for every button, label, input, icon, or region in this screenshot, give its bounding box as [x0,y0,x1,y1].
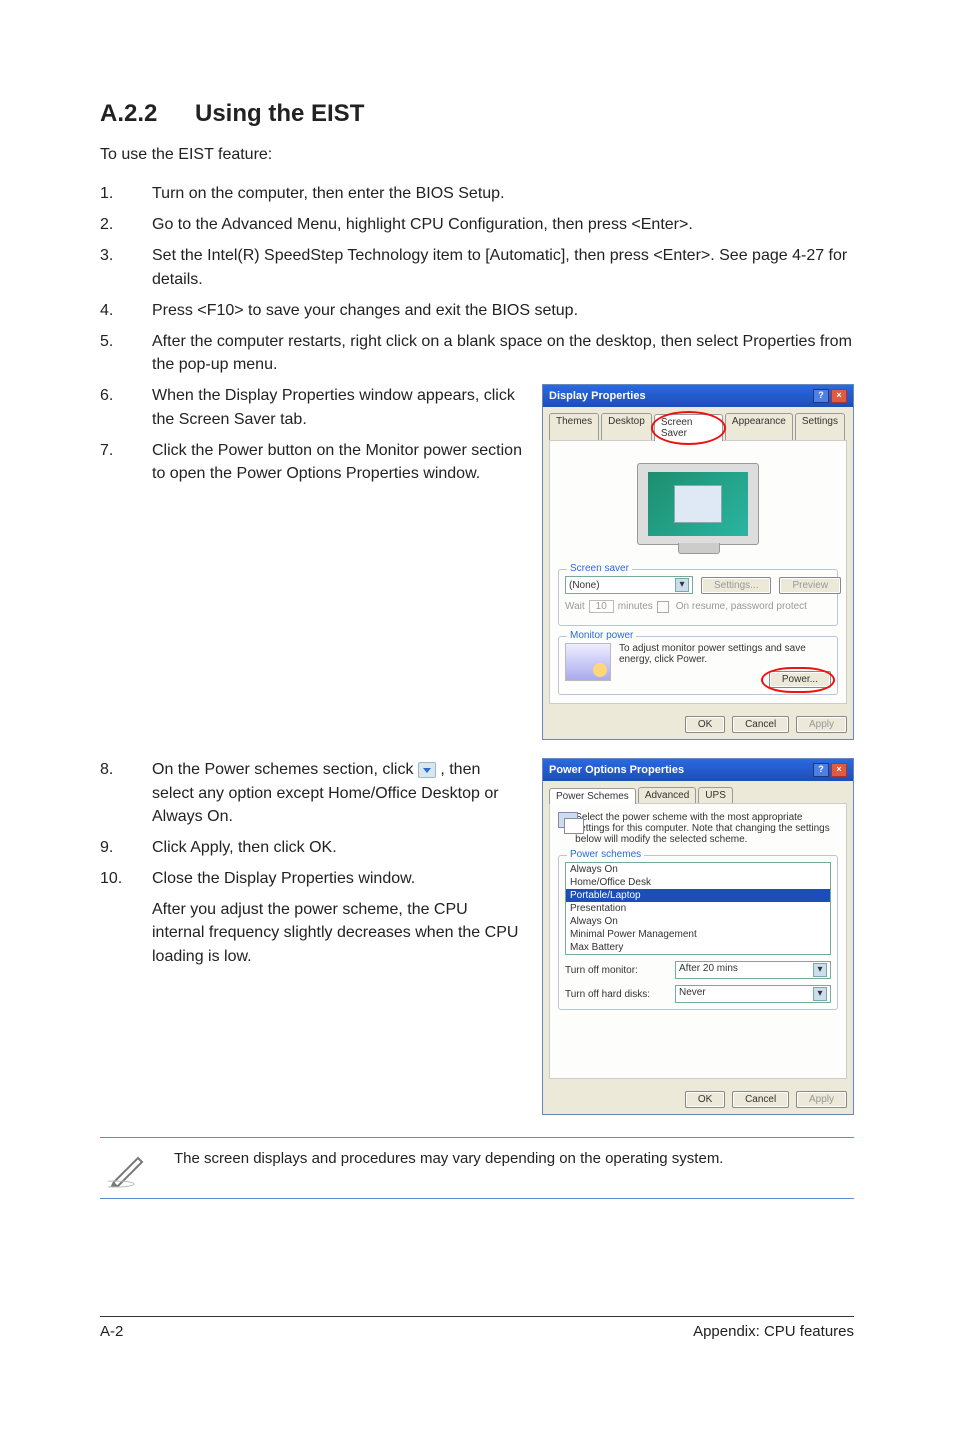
ok-button[interactable]: OK [685,716,725,733]
steps-list-2: 8. On the Power schemes section, click ,… [100,758,524,890]
step-num: 1. [100,182,152,205]
monitor-power-text: To adjust monitor power settings and sav… [619,643,831,665]
step-text: Click the Power button on the Monitor po… [152,439,524,485]
step-text: Go to the Advanced Menu, highlight CPU C… [152,213,854,236]
step-text: Turn on the computer, then enter the BIO… [152,182,854,205]
step-text: On the Power schemes section, click , th… [152,758,524,828]
window-buttons: ?× [811,763,847,777]
power-schemes-legend: Power schemes [567,849,644,860]
section-title-text: Using the EIST [195,100,364,127]
turn-off-disks-select[interactable]: Never ▾ [675,985,831,1003]
wait-label: Wait [565,601,585,612]
wait-unit: minutes [618,601,653,612]
tab-ups[interactable]: UPS [698,787,733,803]
monitor-power-fieldset: Monitor power To adjust monitor power se… [558,636,838,695]
resume-checkbox[interactable] [657,601,669,613]
step-num: 9. [100,836,152,859]
tab-appearance[interactable]: Appearance [725,413,793,440]
step-text: Press <F10> to save your changes and exi… [152,299,854,322]
section-number: A.2.2 [100,100,195,128]
ps-option[interactable]: Max Battery [566,941,830,954]
step-num: 10. [100,867,152,890]
power-button[interactable]: Power... [769,671,831,688]
step-num: 7. [100,439,152,485]
step-text: Close the Display Properties window. [152,867,524,890]
section-heading: A.2.2Using the EIST [100,100,854,128]
energy-star-icon [565,643,611,681]
page-footer: A-2 Appendix: CPU features [100,1316,854,1340]
turn-off-monitor-select[interactable]: After 20 mins ▾ [675,961,831,979]
power-schemes-fieldset: Power schemes Always On Home/Office Desk… [558,855,838,1010]
step-text: Set the Intel(R) SpeedStep Technology it… [152,244,854,290]
ps-option[interactable]: Presentation [566,902,830,915]
screensaver-select[interactable]: (None) ▾ [565,576,693,594]
settings-button[interactable]: Settings... [701,577,771,594]
steps-list: 1.Turn on the computer, then enter the B… [100,182,854,376]
step-text: After the computer restarts, right click… [152,330,854,376]
tabs-row: Themes Desktop Screen Saver Appearance S… [543,407,853,440]
step-num: 3. [100,244,152,290]
resume-label: On resume, password protect [676,601,807,612]
steps-list-cont: 6.When the Display Properties window app… [100,384,524,485]
ps-option[interactable]: Home/Office Desk [566,876,830,889]
window-buttons: ?× [811,389,847,403]
chevron-down-icon: ▾ [675,578,689,592]
ps-selected: Always On [566,863,830,876]
tab-desktop[interactable]: Desktop [601,413,652,440]
step-num: 6. [100,384,152,430]
step-text: Click Apply, then click OK. [152,836,524,859]
tab-advanced[interactable]: Advanced [638,787,696,803]
cancel-button[interactable]: Cancel [732,716,789,733]
close-icon[interactable]: × [831,389,847,403]
tab-power-schemes[interactable]: Power Schemes [549,788,636,804]
screensaver-selected: (None) [569,580,600,591]
power-desc-text: Select the power scheme with the most ap… [575,812,838,845]
cancel-button[interactable]: Cancel [732,1091,789,1108]
window-titlebar: Display Properties ?× [543,385,853,407]
screensaver-fieldset: Screen saver (None) ▾ Settings... Previe… [558,569,838,626]
window-title: Display Properties [549,390,646,402]
turn-off-disks-label: Turn off hard disks: [565,989,675,1000]
tab-screensaver[interactable]: Screen Saver [654,414,723,441]
power-scheme-icon [558,812,569,836]
ps-option[interactable]: Always On [566,915,830,928]
close-icon[interactable]: × [831,763,847,777]
help-icon[interactable]: ? [813,763,829,777]
monitor-power-legend: Monitor power [567,630,636,641]
screensaver-legend: Screen saver [567,563,632,574]
note-pencil-icon [108,1148,148,1188]
wait-value[interactable]: 10 [589,600,614,613]
page-number: A-2 [100,1323,123,1340]
step-text: When the Display Properties window appea… [152,384,524,430]
tabs-row: Power Schemes Advanced UPS [543,781,853,803]
note-text: The screen displays and procedures may v… [174,1148,854,1188]
chevron-down-icon: ▾ [813,987,827,1001]
apply-button[interactable]: Apply [796,716,847,733]
apply-button[interactable]: Apply [796,1091,847,1108]
step-num: 5. [100,330,152,376]
preview-button[interactable]: Preview [779,577,841,594]
help-icon[interactable]: ? [813,389,829,403]
ps-option[interactable]: Minimal Power Management [566,928,830,941]
window-titlebar: Power Options Properties ?× [543,759,853,781]
dropdown-chip-icon [418,762,436,778]
tab-settings[interactable]: Settings [795,413,845,440]
intro-text: To use the EIST feature: [100,146,854,164]
note-box: The screen displays and procedures may v… [100,1138,854,1199]
step-num: 2. [100,213,152,236]
step-num: 8. [100,758,152,828]
display-properties-window: Display Properties ?× Themes Desktop Scr… [542,384,854,740]
turn-off-monitor-label: Turn off monitor: [565,965,675,976]
window-title: Power Options Properties [549,764,684,776]
power-options-window: Power Options Properties ?× Power Scheme… [542,758,854,1115]
step-num: 4. [100,299,152,322]
tab-themes[interactable]: Themes [549,413,599,440]
ok-button[interactable]: OK [685,1091,725,1108]
power-schemes-dropdown[interactable]: Always On Home/Office Desk Portable/Lapt… [565,862,831,955]
ps-option[interactable]: Portable/Laptop [566,889,830,902]
after-text: After you adjust the power scheme, the C… [100,898,524,968]
footer-title: Appendix: CPU features [693,1323,854,1340]
chevron-down-icon: ▾ [813,963,827,977]
monitor-preview [558,449,838,559]
